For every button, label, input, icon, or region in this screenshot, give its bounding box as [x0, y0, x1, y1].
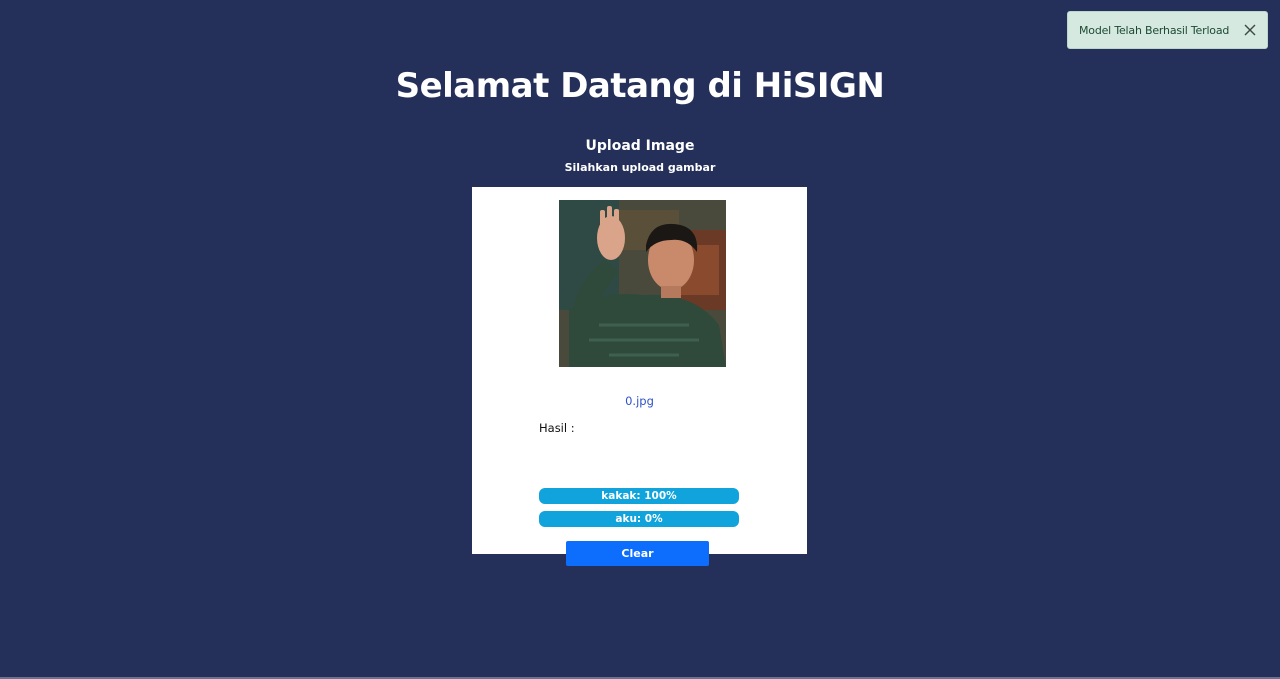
prediction-bar-aku: aku: 0%: [539, 511, 739, 527]
page: Model Telah Berhasil Terload Selamat Dat…: [0, 0, 1280, 679]
prediction-bar-kakak: kakak: 100%: [539, 488, 739, 504]
close-icon[interactable]: [1242, 22, 1258, 38]
page-title: Selamat Datang di HiSIGN: [395, 66, 885, 106]
clear-button[interactable]: Clear: [566, 541, 709, 566]
uploaded-filename[interactable]: 0.jpg: [472, 394, 807, 408]
result-label: Hasil :: [539, 421, 575, 435]
upload-card: 0.jpg Hasil : kakak: 100% aku: 0%: [472, 187, 807, 554]
upload-title: Upload Image: [585, 138, 695, 154]
toast-notification: Model Telah Berhasil Terload: [1067, 11, 1268, 49]
uploaded-image: [559, 200, 726, 367]
upload-subtitle: Silahkan upload gambar: [564, 161, 716, 174]
toast-message: Model Telah Berhasil Terload: [1079, 23, 1230, 37]
